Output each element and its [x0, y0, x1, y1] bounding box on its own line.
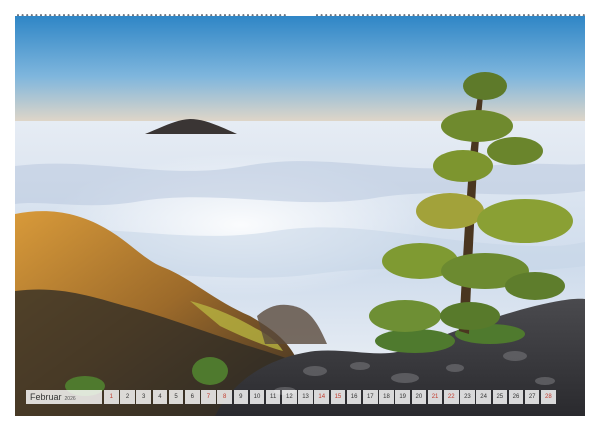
sky	[15, 16, 585, 126]
day-cell: 22	[443, 390, 459, 404]
day-row: 1 2 3 4 5 6 7 8 9 10 11 12 13 14 15 16 17 18 19 20 21 22 23 24 2…	[104, 390, 556, 404]
day-cell: 14	[314, 390, 330, 404]
day-cell: 9	[233, 390, 249, 404]
calendar-strip: Februar 2026 1 2 3 4 5 6 7 8 9 10 11 12 13 14 15 16 17 18…	[26, 389, 574, 405]
day-cell: 26	[508, 390, 524, 404]
day-cell: 18	[379, 390, 394, 404]
sea-of-clouds-scene	[15, 16, 585, 416]
month-label: Februar 2026	[26, 390, 102, 404]
day-cell: 23	[460, 390, 475, 404]
day-cell: 27	[524, 390, 540, 404]
day-cell: 28	[541, 390, 556, 404]
day-cell: 3	[136, 390, 151, 404]
day-cell: 16	[346, 390, 362, 404]
day-cell: 10	[249, 390, 265, 404]
day-cell: 1	[104, 390, 119, 404]
landscape-photo	[15, 16, 585, 416]
day-cell: 7	[201, 390, 216, 404]
day-cell: 4	[152, 390, 168, 404]
day-cell: 19	[395, 390, 410, 404]
day-cell: 21	[427, 390, 443, 404]
day-cell: 25	[492, 390, 508, 404]
day-cell: 12	[282, 390, 297, 404]
day-cell: 13	[298, 390, 313, 404]
day-cell: 11	[265, 390, 281, 404]
month-name: Februar	[30, 392, 62, 402]
day-cell: 20	[411, 390, 427, 404]
day-cell: 5	[168, 390, 184, 404]
day-cell: 17	[363, 390, 378, 404]
day-cell: 15	[330, 390, 346, 404]
day-cell: 6	[184, 390, 200, 404]
day-cell: 24	[476, 390, 491, 404]
month-year: 2026	[64, 396, 76, 402]
day-cell: 2	[120, 390, 135, 404]
day-cell: 8	[217, 390, 232, 404]
